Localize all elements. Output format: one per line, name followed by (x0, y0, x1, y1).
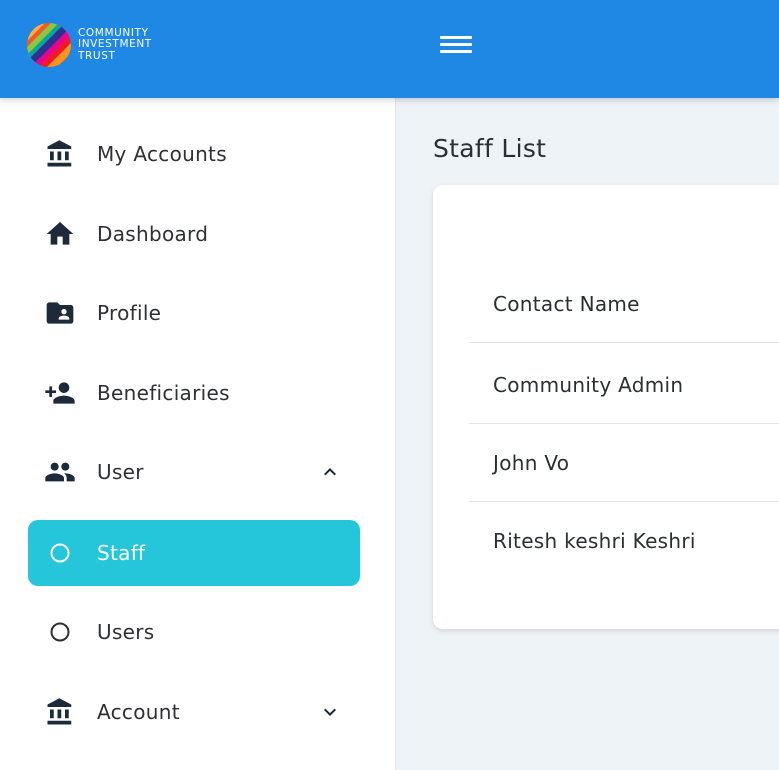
top-app-bar: COMMUNITY INVESTMENT TRUST (0, 0, 779, 98)
sidebar-item-users[interactable]: Users (28, 599, 360, 665)
chevron-down-icon[interactable] (318, 700, 342, 724)
folder-user-icon (42, 295, 78, 331)
sidebar-item-user[interactable]: User (28, 439, 360, 505)
logo-wordmark: COMMUNITY INVESTMENT TRUST (78, 27, 152, 63)
page-title: Staff List (433, 134, 547, 163)
staff-table-card: Contact Name Community Admin John Vo Rit… (433, 185, 779, 629)
person-add-icon (42, 375, 78, 411)
sidebar-item-label: Users (97, 620, 155, 644)
sidebar-item-label: Staff (97, 541, 146, 565)
sidebar-item-profile[interactable]: Profile (28, 280, 360, 346)
circle-icon (42, 535, 78, 571)
logo-line-3: TRUST (78, 49, 116, 62)
sidebar-item-dashboard[interactable]: Dashboard (28, 201, 360, 267)
logo-mark-icon (27, 23, 71, 67)
sidebar-item-label: Profile (97, 301, 162, 325)
sidebar-item-account[interactable]: Account (28, 679, 360, 745)
table-row[interactable]: Ritesh keshri Keshri (469, 502, 779, 580)
logo[interactable]: COMMUNITY INVESTMENT TRUST (26, 22, 152, 68)
circle-icon (42, 614, 78, 650)
sidebar: My Accounts Dashboard Profile Beneficiar… (0, 98, 396, 770)
sidebar-item-my-accounts[interactable]: My Accounts (28, 121, 360, 187)
sidebar-item-beneficiaries[interactable]: Beneficiaries (28, 360, 360, 426)
main-content: Staff List Contact Name Community Admin … (397, 98, 779, 770)
sidebar-item-staff[interactable]: Staff (28, 520, 360, 586)
table-row[interactable]: John Vo (469, 424, 779, 502)
bank-icon (42, 694, 78, 730)
sidebar-item-label: Account (97, 700, 180, 724)
sidebar-item-label: User (97, 460, 144, 484)
sidebar-item-label: Dashboard (97, 222, 209, 246)
hamburger-icon[interactable] (440, 36, 474, 56)
table-row[interactable]: Community Admin (469, 346, 779, 424)
sidebar-item-label: My Accounts (97, 142, 227, 166)
group-icon (42, 454, 78, 490)
home-icon (42, 216, 78, 252)
sidebar-item-label: Beneficiaries (97, 381, 230, 405)
bank-icon (42, 136, 78, 172)
chevron-up-icon[interactable] (318, 460, 342, 484)
table-header-contact-name: Contact Name (469, 265, 779, 343)
